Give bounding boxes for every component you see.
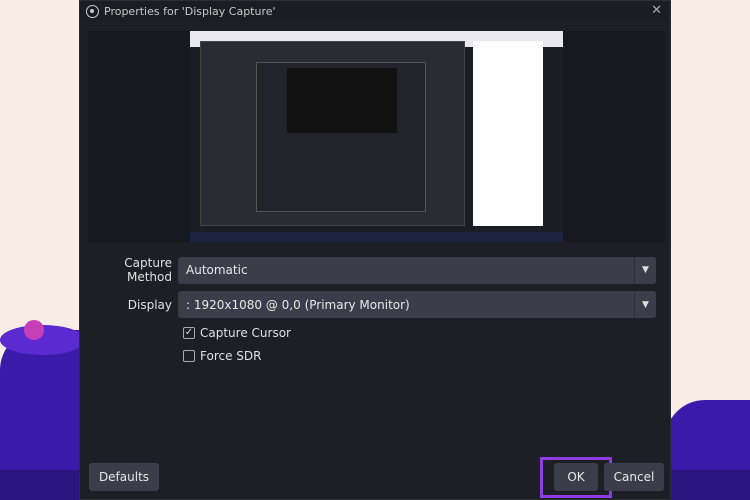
capture-method-select[interactable]: Automatic ▼ [178, 256, 656, 284]
ok-button[interactable]: OK [554, 463, 598, 491]
capture-cursor-checkbox[interactable]: ✓ Capture Cursor [183, 326, 291, 340]
display-value: : 1920x1080 @ 0,0 (Primary Monitor) [186, 297, 410, 312]
checkbox-unchecked-icon[interactable] [183, 350, 195, 362]
force-sdr-label: Force SDR [200, 349, 262, 363]
close-icon[interactable]: ✕ [651, 3, 662, 18]
properties-dialog: Properties for 'Display Capture' ✕ Captu… [79, 0, 671, 500]
background-dot [24, 320, 44, 340]
force-sdr-checkbox[interactable]: Force SDR [183, 349, 261, 363]
obs-logo-icon [86, 4, 99, 18]
display-select[interactable]: : 1920x1080 @ 0,0 (Primary Monitor) ▼ [178, 291, 656, 318]
cancel-button[interactable]: Cancel [604, 463, 664, 491]
window-title: Properties for 'Display Capture' [104, 4, 276, 18]
capture-preview [88, 31, 665, 242]
chevron-down-icon[interactable]: ▼ [634, 256, 656, 284]
capture-method-value: Automatic [186, 263, 248, 277]
title-bar: Properties for 'Display Capture' ✕ [80, 1, 670, 21]
display-label: Display [127, 297, 172, 312]
chevron-down-icon[interactable]: ▼ [634, 291, 656, 318]
preview-screenshot [190, 31, 563, 242]
capture-method-label: Capture Method [124, 256, 172, 284]
defaults-button[interactable]: Defaults [89, 463, 159, 491]
checkbox-checked-icon[interactable]: ✓ [183, 327, 195, 339]
capture-cursor-label: Capture Cursor [200, 326, 291, 340]
